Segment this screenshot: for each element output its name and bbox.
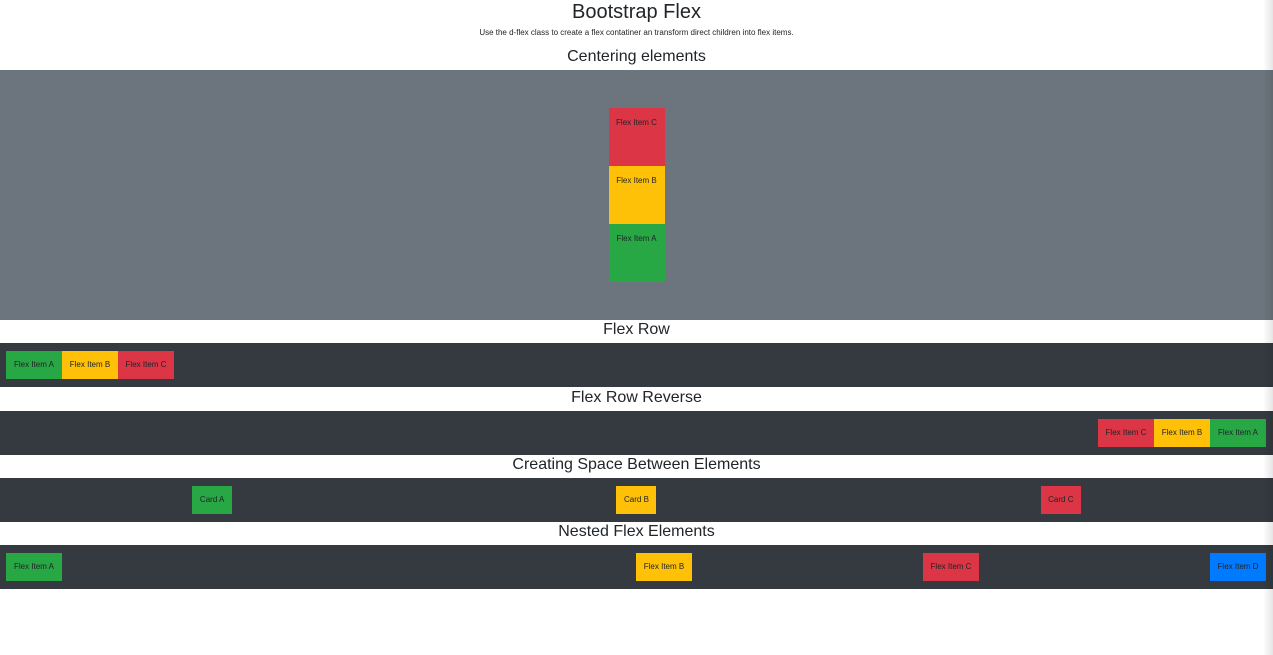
flex-row-item-a: Flex Item A: [6, 351, 62, 379]
page-header: Bootstrap Flex Use the d-flex class to c…: [0, 0, 1273, 44]
centering-item-a: Flex Item A: [608, 224, 665, 282]
space-between-container: Card A Card B Card C: [0, 478, 1273, 522]
nested-item-a: Flex Item A: [6, 553, 62, 581]
centering-heading: Centering elements: [567, 48, 706, 65]
nested-item-c: Flex Item C: [923, 553, 979, 581]
nested-inner-container: Flex Item B Flex Item C Flex Item D: [636, 553, 1266, 581]
centering-item-b: Flex Item B: [608, 166, 665, 224]
space-between-heading: Creating Space Between Elements: [512, 456, 761, 473]
flex-row-heading: Flex Row: [603, 321, 670, 338]
centering-container: Flex Item C Flex Item B Flex Item A: [0, 70, 1273, 320]
flex-row-reverse-container: Flex Item A Flex Item B Flex Item C: [0, 411, 1273, 455]
scrollbar-shadow: [1263, 0, 1273, 655]
page-title: Bootstrap Flex: [572, 1, 701, 23]
flex-row-reverse-heading: Flex Row Reverse: [571, 389, 702, 406]
flex-row-container: Flex Item A Flex Item B Flex Item C: [0, 343, 1273, 387]
card-b: Card B: [616, 486, 657, 514]
card-a: Card A: [192, 486, 233, 514]
flex-row-reverse-item-a: Flex Item A: [1210, 419, 1266, 447]
flex-row-reverse-item-c: Flex Item C: [1098, 419, 1154, 447]
page-subtitle: Use the d-flex class to create a flex co…: [479, 28, 794, 37]
nested-heading: Nested Flex Elements: [558, 523, 715, 540]
nested-container: Flex Item A Flex Item B Flex Item C Flex…: [0, 545, 1273, 589]
card-c: Card C: [1040, 486, 1081, 514]
centering-item-c: Flex Item C: [608, 108, 665, 166]
flex-row-item-c: Flex Item C: [118, 351, 174, 379]
nested-item-d: Flex Item D: [1210, 553, 1266, 581]
flex-row-item-b: Flex Item B: [62, 351, 118, 379]
flex-row-reverse-item-b: Flex Item B: [1154, 419, 1210, 447]
nested-item-b: Flex Item B: [636, 553, 692, 581]
